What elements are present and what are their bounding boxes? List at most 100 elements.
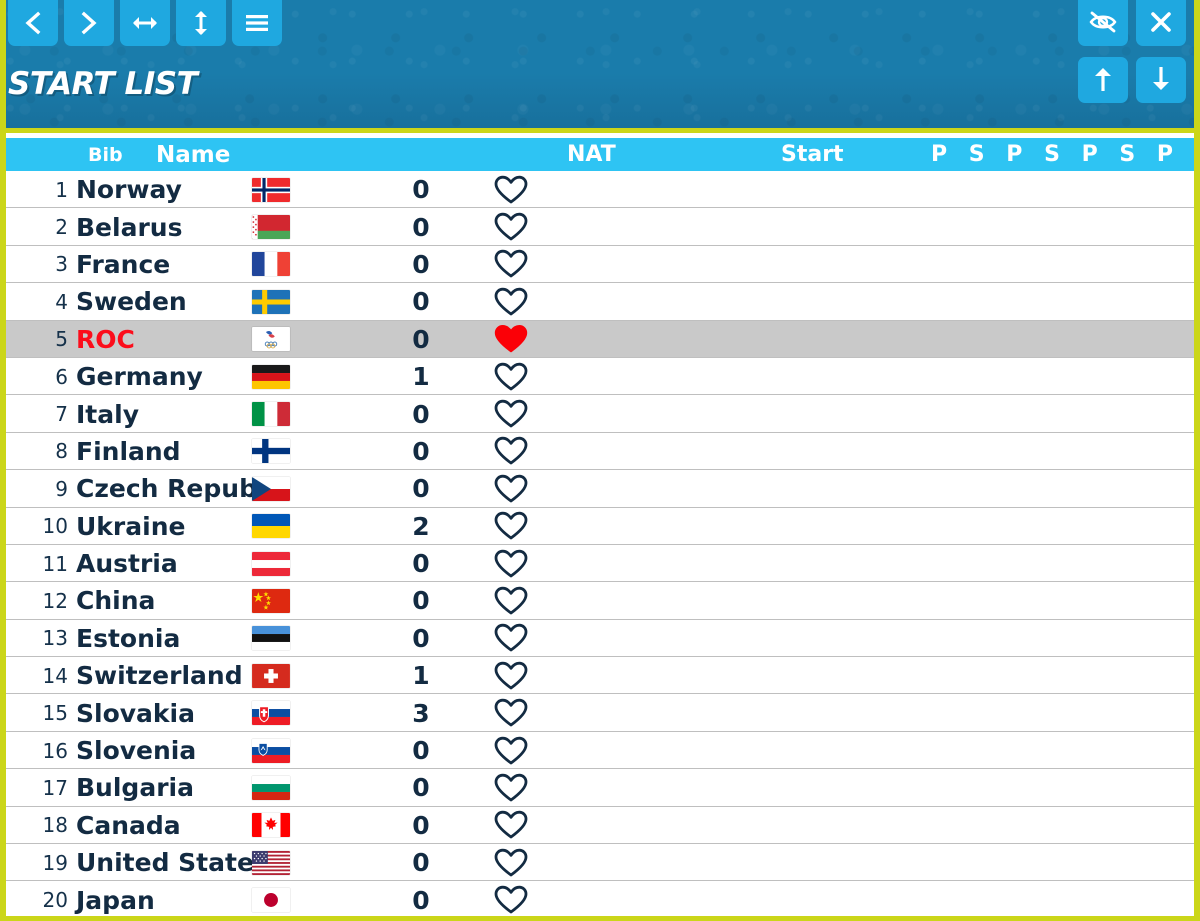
cell-name: Slovenia	[76, 736, 197, 766]
table-row[interactable]: 3 France 0	[6, 245, 1194, 284]
cell-name: Germany	[76, 362, 203, 392]
table-header-row: Bib Name NAT Start P S P S P S P S	[6, 138, 1194, 171]
resize-width-button[interactable]	[120, 0, 170, 46]
column-header-ps[interactable]: P S P S P S P S	[931, 138, 1194, 171]
heart-outline-icon[interactable]	[488, 208, 534, 245]
table-row[interactable]: 5 ROC 0	[6, 320, 1194, 358]
table-row[interactable]: 12 China 0	[6, 582, 1194, 620]
heart-outline-icon[interactable]	[488, 657, 534, 694]
cell-bib: 10	[42, 514, 68, 539]
cell-bib: 14	[42, 663, 68, 688]
heart-outline-icon[interactable]	[488, 582, 534, 619]
prev-button[interactable]	[8, 0, 58, 46]
close-button[interactable]	[1136, 0, 1186, 46]
chevron-left-icon	[22, 11, 44, 35]
cell-start-number: 0	[412, 810, 430, 840]
table-row[interactable]: 8 Finland 0	[6, 432, 1194, 471]
column-header-start[interactable]: Start	[781, 138, 844, 171]
heart-outline-icon[interactable]	[488, 358, 534, 395]
table-row[interactable]: 14 Switzerland 1	[6, 657, 1194, 695]
cell-bib: 7	[55, 402, 68, 427]
heart-outline-icon[interactable]	[488, 620, 534, 657]
flag-icon	[249, 844, 293, 881]
arrow-down-icon	[1150, 65, 1172, 96]
resize-height-button[interactable]	[176, 0, 226, 46]
next-button[interactable]	[64, 0, 114, 46]
scroll-up-button[interactable]	[1078, 57, 1128, 103]
flag-icon	[249, 545, 293, 582]
column-header-nat[interactable]: NAT	[567, 138, 616, 171]
cell-name: France	[76, 249, 171, 279]
table-row[interactable]: 17 Bulgaria 0	[6, 769, 1194, 807]
column-header-bib[interactable]: Bib	[88, 138, 123, 171]
cell-bib: 20	[42, 888, 68, 913]
table-row[interactable]: 9 Czech Republic 0	[6, 470, 1194, 508]
flag-icon	[249, 283, 293, 320]
table-row[interactable]: 4 Sweden 0	[6, 283, 1194, 321]
heart-outline-icon[interactable]	[488, 844, 534, 881]
cell-start-number: 1	[412, 661, 430, 691]
cell-name: Canada	[76, 810, 181, 840]
table-row[interactable]: 16 Slovenia 0	[6, 731, 1194, 770]
cell-bib: 15	[42, 701, 68, 726]
scroll-down-button[interactable]	[1136, 57, 1186, 103]
menu-button[interactable]	[232, 0, 282, 46]
page-title: START LIST	[8, 66, 198, 102]
cell-bib: 4	[55, 289, 68, 314]
cell-name: Austria	[76, 549, 178, 579]
heart-outline-icon[interactable]	[488, 283, 534, 320]
heart-filled-icon[interactable]	[488, 321, 534, 358]
cell-name: Ukraine	[76, 511, 186, 541]
frame-right	[1194, 0, 1200, 921]
table-row[interactable]: 11 Austria 0	[6, 544, 1194, 583]
cell-name: China	[76, 586, 156, 616]
cell-name: Bulgaria	[76, 773, 194, 803]
window-header: START LIST	[0, 0, 1200, 133]
cell-name: Sweden	[76, 287, 187, 317]
flag-icon	[249, 208, 293, 245]
flag-icon	[249, 171, 293, 208]
toolbar-right-top	[1078, 0, 1186, 46]
heart-outline-icon[interactable]	[488, 807, 534, 844]
cell-start-number: 0	[412, 549, 430, 579]
table-row[interactable]: 19 United States 0	[6, 844, 1194, 882]
header-divider	[0, 128, 1200, 133]
table-row[interactable]: 13 Estonia 0	[6, 619, 1194, 658]
flag-icon	[249, 657, 293, 694]
heart-outline-icon[interactable]	[488, 545, 534, 582]
cell-start-number: 0	[412, 212, 430, 242]
heart-outline-icon[interactable]	[488, 433, 534, 470]
table-row[interactable]: 18 Canada 0	[6, 806, 1194, 845]
table-row[interactable]: 7 Italy 0	[6, 395, 1194, 433]
table-row[interactable]: 20 Japan 0	[6, 881, 1194, 916]
cell-name: Estonia	[76, 623, 181, 653]
hide-button[interactable]	[1078, 0, 1128, 46]
cell-bib: 9	[55, 476, 68, 501]
arrow-up-icon	[1092, 65, 1114, 96]
heart-outline-icon[interactable]	[488, 171, 534, 208]
cell-bib: 17	[42, 775, 68, 800]
heart-outline-icon[interactable]	[488, 694, 534, 731]
table-row[interactable]: 10 Ukraine 2	[6, 507, 1194, 545]
start-list-window: START LIST Bib Name NAT Start P S P S P …	[0, 0, 1200, 921]
heart-outline-icon[interactable]	[488, 246, 534, 283]
cell-start-number: 0	[412, 885, 430, 915]
table-row[interactable]: 15 Slovakia 3	[6, 694, 1194, 732]
heart-outline-icon[interactable]	[488, 881, 534, 916]
flag-icon	[249, 470, 293, 507]
cell-start-number: 0	[412, 773, 430, 803]
heart-outline-icon[interactable]	[488, 470, 534, 507]
flag-icon	[249, 395, 293, 432]
table-row[interactable]: 1 Norway 0	[6, 171, 1194, 209]
cell-bib: 19	[42, 850, 68, 875]
heart-outline-icon[interactable]	[488, 732, 534, 769]
cell-start-number: 0	[412, 399, 430, 429]
heart-outline-icon[interactable]	[488, 769, 534, 806]
cell-start-number: 0	[412, 324, 430, 354]
heart-outline-icon[interactable]	[488, 395, 534, 432]
table-row[interactable]: 6 Germany 1	[6, 357, 1194, 396]
column-header-name[interactable]: Name	[156, 138, 230, 171]
table-row[interactable]: 2 Belarus 0	[6, 208, 1194, 246]
arrows-horizontal-icon	[131, 13, 159, 33]
heart-outline-icon[interactable]	[488, 508, 534, 545]
